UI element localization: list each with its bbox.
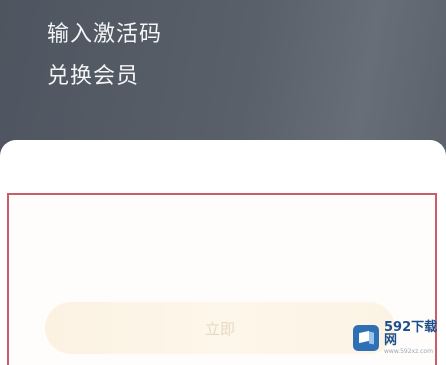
watermark-logo-icon [353,325,379,351]
watermark: 592下载网 www.592xz.com [353,318,443,358]
watermark-title: 592下载网 [384,320,438,348]
activation-code-input[interactable] [29,209,413,271]
redeem-button[interactable]: 立即 [45,302,395,354]
page-subtitle: 兑换会员 [47,64,140,89]
watermark-url: www.592xz.com [384,348,433,355]
redeem-screen: 输入激活码 兑换会员 立即 592下载网 www.592xz.com [0,0,446,365]
watermark-text: 592下载网 www.592xz.com [384,321,443,355]
page-title: 输入激活码 [47,22,163,47]
redeem-button-label: 立即 [204,319,235,338]
